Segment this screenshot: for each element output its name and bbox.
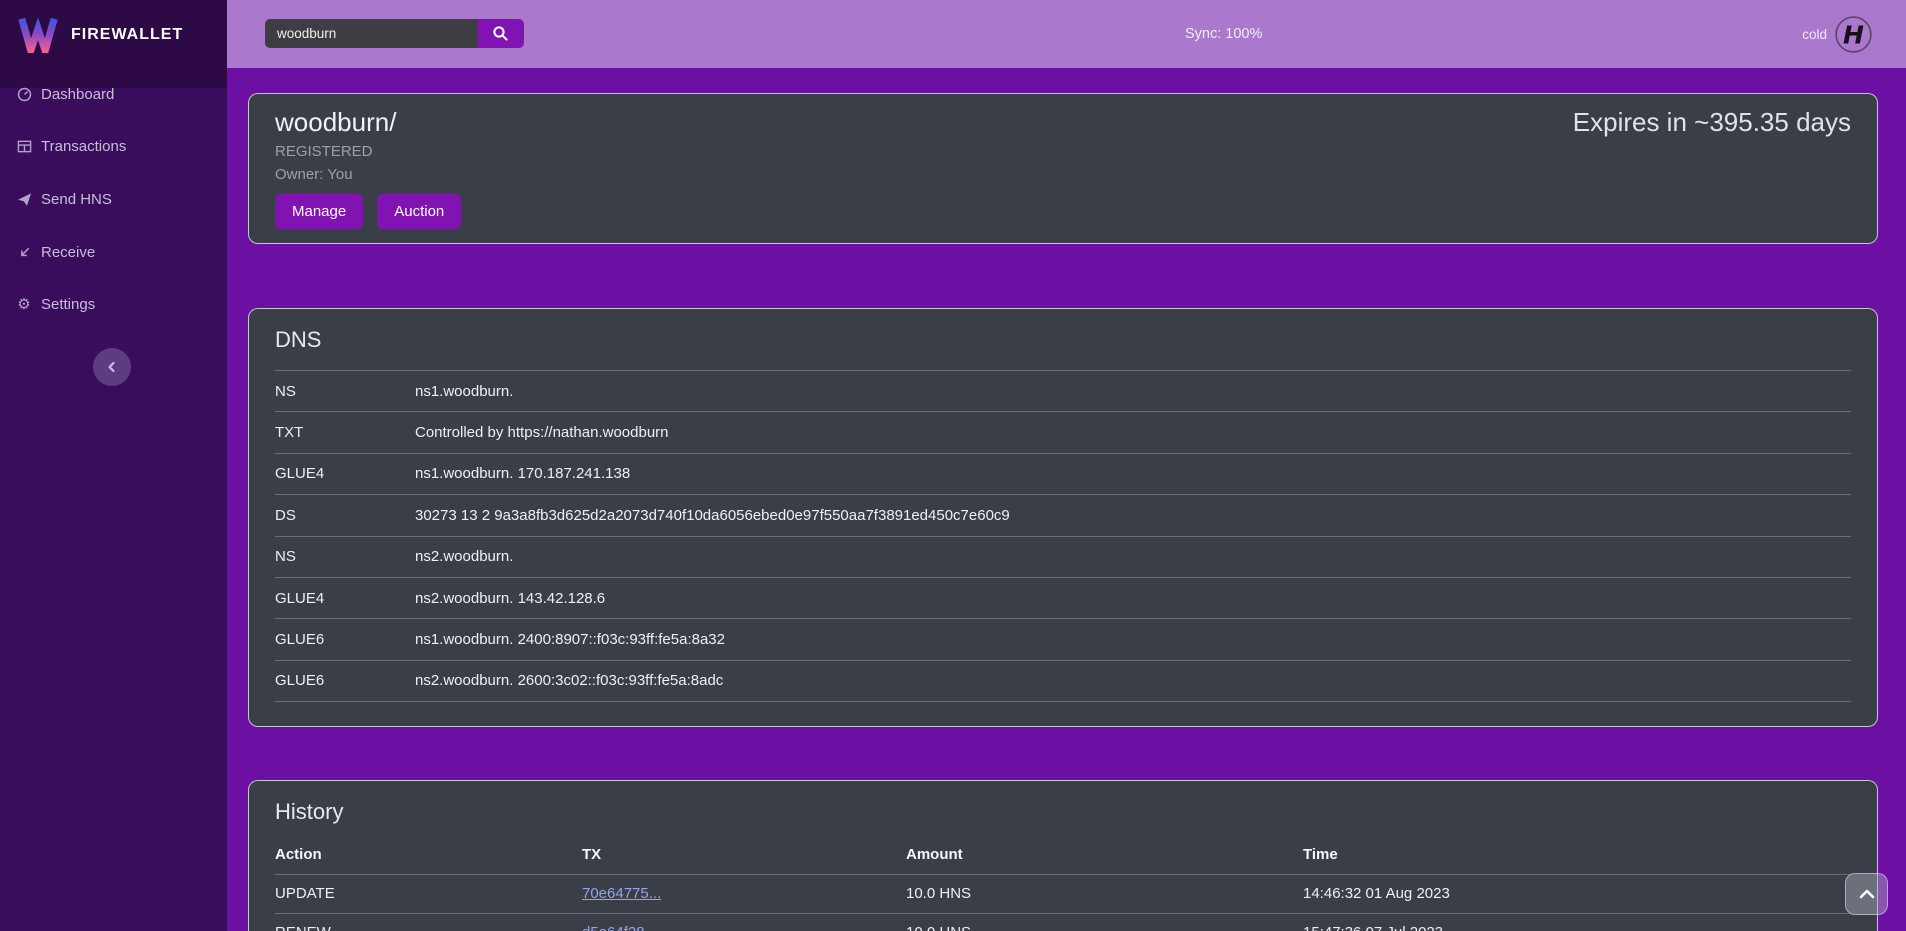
- domain-card-header: woodburn/ Expires in ~395.35 days: [275, 107, 1851, 137]
- dns-record-value: ns2.woodburn. 143.42.128.6: [415, 577, 1851, 618]
- dns-panel: DNS NS ns1.woodburn. TXT Controlled by h…: [248, 308, 1878, 727]
- history-action: UPDATE: [275, 874, 582, 913]
- history-amount: 10.0 HNS: [906, 913, 1303, 931]
- dns-table: NS ns1.woodburn. TXT Controlled by https…: [275, 370, 1851, 702]
- hns-logo-icon: H: [1835, 16, 1872, 53]
- dns-record-row: TXT Controlled by https://nathan.woodbur…: [275, 412, 1851, 453]
- sync-status: Sync: 100%: [1185, 0, 1262, 68]
- dns-record-row: DS 30273 13 2 9a3a8fb3d625d2a2073d740f10…: [275, 495, 1851, 536]
- search-button[interactable]: [477, 19, 524, 48]
- sidebar-collapse-button[interactable]: [93, 348, 131, 386]
- dns-record-type: NS: [275, 536, 415, 577]
- dns-record-type: GLUE4: [275, 577, 415, 618]
- history-header-amount: Amount: [906, 835, 1303, 874]
- sidebar-item-label: Send HNS: [41, 191, 112, 208]
- dashboard-icon: [16, 86, 32, 102]
- sidebar-item-dashboard[interactable]: Dashboard: [0, 68, 227, 121]
- search-icon: [492, 25, 509, 42]
- dns-record-row: GLUE4 ns2.woodburn. 143.42.128.6: [275, 577, 1851, 618]
- expiry-text: Expires in ~395.35 days: [1573, 107, 1851, 137]
- sidebar-item-send-hns[interactable]: Send HNS: [0, 173, 227, 226]
- sidebar-item-label: Transactions: [41, 138, 126, 155]
- sidebar-nav: Dashboard Transactions Send HNS Receive …: [0, 68, 227, 331]
- dns-record-value: ns1.woodburn.: [415, 371, 1851, 412]
- wallet-name-label: cold: [1802, 27, 1827, 42]
- receive-arrow-icon: [16, 244, 32, 260]
- dns-record-row: NS ns1.woodburn.: [275, 371, 1851, 412]
- history-amount: 10.0 HNS: [906, 874, 1303, 913]
- history-row: UPDATE 70e64775... 10.0 HNS 14:46:32 01 …: [275, 874, 1851, 913]
- sidebar-item-transactions[interactable]: Transactions: [0, 121, 227, 174]
- sidebar-item-settings[interactable]: ⚙ Settings: [0, 278, 227, 331]
- dns-record-type: GLUE6: [275, 619, 415, 660]
- sidebar-item-label: Receive: [41, 244, 95, 261]
- history-header-row: Action TX Amount Time: [275, 835, 1851, 874]
- dns-record-row: GLUE6 ns1.woodburn. 2400:8907::f03c:93ff…: [275, 619, 1851, 660]
- search-input[interactable]: [265, 19, 477, 48]
- dns-record-value: ns2.woodburn. 2600:3c02::f03c:93ff:fe5a:…: [415, 660, 1851, 701]
- sidebar-item-label: Dashboard: [41, 86, 114, 103]
- chevron-up-icon: [1859, 889, 1875, 899]
- sidebar-item-receive[interactable]: Receive: [0, 226, 227, 279]
- domain-name: woodburn/: [275, 107, 396, 137]
- wallet-indicator[interactable]: cold H: [1802, 0, 1872, 68]
- history-panel-title: History: [275, 797, 1851, 827]
- dns-record-value: ns1.woodburn. 170.187.241.138: [415, 453, 1851, 494]
- history-header-time: Time: [1303, 835, 1851, 874]
- status-badge: REGISTERED: [275, 143, 1851, 160]
- dns-record-value: ns1.woodburn. 2400:8907::f03c:93ff:fe5a:…: [415, 619, 1851, 660]
- domain-card: woodburn/ Expires in ~395.35 days REGIST…: [248, 93, 1878, 244]
- scroll-to-top-button[interactable]: [1845, 873, 1888, 915]
- gear-icon: ⚙: [16, 297, 32, 313]
- dns-record-value: 30273 13 2 9a3a8fb3d625d2a2073d740f10da6…: [415, 495, 1851, 536]
- owner-label: Owner: You: [275, 166, 1851, 183]
- history-header-tx: TX: [582, 835, 906, 874]
- auction-button[interactable]: Auction: [377, 194, 461, 229]
- history-action: RENEW: [275, 913, 582, 931]
- dns-record-value: Controlled by https://nathan.woodburn: [415, 412, 1851, 453]
- tx-link[interactable]: 70e64775...: [582, 885, 661, 902]
- send-icon: [16, 191, 32, 207]
- dns-record-type: TXT: [275, 412, 415, 453]
- history-panel: History Action TX Amount Time UPDATE 70e…: [248, 780, 1878, 931]
- firewallet-logo-icon: [18, 17, 58, 53]
- brand-name: FIREWALLET: [71, 26, 183, 44]
- search-bar: [265, 19, 524, 48]
- dns-record-type: DS: [275, 495, 415, 536]
- history-time: 15:47:36 07 Jul 2023: [1303, 913, 1851, 931]
- chevron-left-icon: [105, 360, 119, 374]
- history-header-action: Action: [275, 835, 582, 874]
- table-icon: [16, 139, 32, 155]
- history-table: Action TX Amount Time UPDATE 70e64775...…: [275, 835, 1851, 931]
- dns-record-row: NS ns2.woodburn.: [275, 536, 1851, 577]
- svg-text:H: H: [1843, 20, 1864, 49]
- manage-button[interactable]: Manage: [275, 194, 363, 229]
- history-time: 14:46:32 01 Aug 2023: [1303, 874, 1851, 913]
- dns-record-row: GLUE6 ns2.woodburn. 2600:3c02::f03c:93ff…: [275, 660, 1851, 701]
- domain-actions: Manage Auction: [275, 194, 1851, 229]
- topbar: Sync: 100% cold H: [227, 0, 1906, 68]
- dns-record-type: NS: [275, 371, 415, 412]
- dns-record-row: GLUE4 ns1.woodburn. 170.187.241.138: [275, 453, 1851, 494]
- sidebar-item-label: Settings: [41, 296, 95, 313]
- history-row: RENEW d5e64f28... 10.0 HNS 15:47:36 07 J…: [275, 913, 1851, 931]
- dns-record-type: GLUE4: [275, 453, 415, 494]
- dns-panel-title: DNS: [275, 325, 1851, 355]
- dns-record-value: ns2.woodburn.: [415, 536, 1851, 577]
- sidebar: FIREWALLET Dashboard Transactions Send H…: [0, 0, 227, 931]
- dns-record-type: GLUE6: [275, 660, 415, 701]
- tx-link[interactable]: d5e64f28...: [582, 924, 657, 931]
